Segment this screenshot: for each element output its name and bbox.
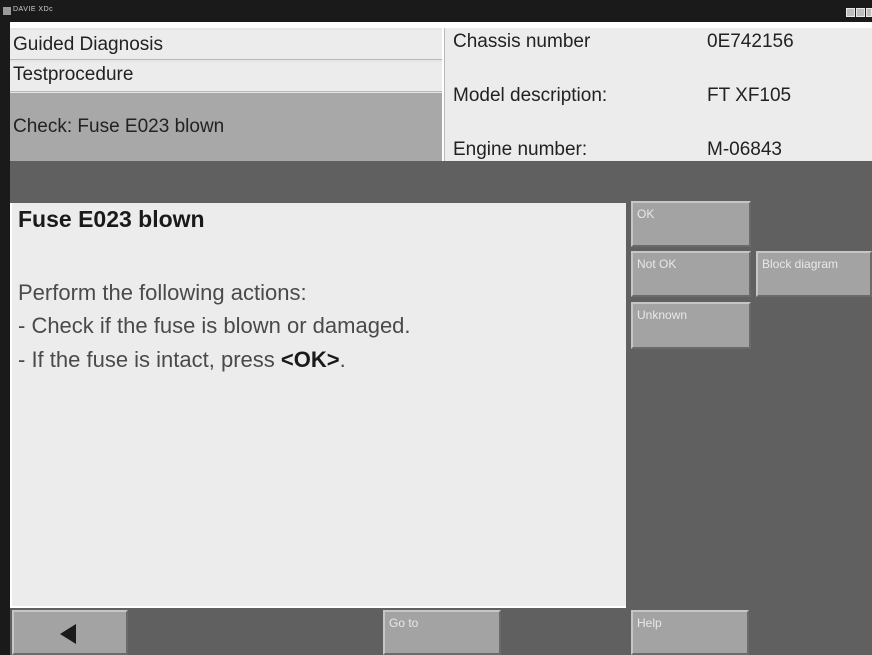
- app-icon: [3, 7, 11, 15]
- help-button[interactable]: Help: [631, 610, 749, 655]
- instruction-step-1: - Check if the fuse is blown or damaged.: [18, 313, 411, 338]
- ok-button[interactable]: OK: [631, 201, 751, 247]
- ok-key-reference: <OK>: [280, 347, 340, 372]
- window-frame: [0, 22, 10, 655]
- model-description-label: Model description:: [453, 85, 608, 106]
- engine-number-label: Engine number:: [453, 139, 588, 160]
- separator-band: [10, 161, 872, 203]
- chassis-number-value: 0E742156: [707, 31, 794, 52]
- block-diagram-button[interactable]: Block diagram: [756, 251, 872, 297]
- chassis-number-label: Chassis number: [453, 31, 591, 52]
- back-arrow-icon: [60, 624, 76, 644]
- instruction-panel: Fuse E023 blown Perform the following ac…: [12, 203, 626, 606]
- engine-number-value: M-06843: [707, 139, 782, 160]
- vehicle-info-panel: Chassis number 0E742156 Model descriptio…: [444, 28, 872, 161]
- nav-testprocedure[interactable]: Testprocedure: [10, 62, 442, 92]
- back-button[interactable]: [12, 610, 128, 655]
- goto-button[interactable]: Go to: [383, 610, 501, 655]
- close-icon[interactable]: [866, 8, 872, 17]
- step-2-end: .: [339, 347, 346, 372]
- procedure-header: Guided Diagnosis Testprocedure Check: Fu…: [10, 28, 442, 161]
- instruction-intro: Perform the following actions:: [18, 280, 307, 305]
- unknown-button[interactable]: Unknown: [631, 302, 751, 349]
- not-ok-button[interactable]: Not OK: [631, 251, 751, 297]
- window-title: DAVIE XDc: [13, 6, 54, 13]
- nav-current-check: Check: Fuse E023 blown: [10, 93, 442, 161]
- minimize-icon[interactable]: [846, 8, 855, 17]
- instruction-title: Fuse E023 blown: [18, 206, 205, 232]
- model-description-value: FT XF105: [707, 85, 792, 106]
- step-2-text: - If the fuse is intact, press: [18, 347, 281, 372]
- maximize-icon[interactable]: [856, 8, 865, 17]
- instruction-step-2: - If the fuse is intact, press <OK>.: [18, 347, 346, 373]
- window-title-bar: DAVIE XDc: [0, 0, 872, 22]
- nav-guided-diagnosis[interactable]: Guided Diagnosis: [10, 30, 442, 60]
